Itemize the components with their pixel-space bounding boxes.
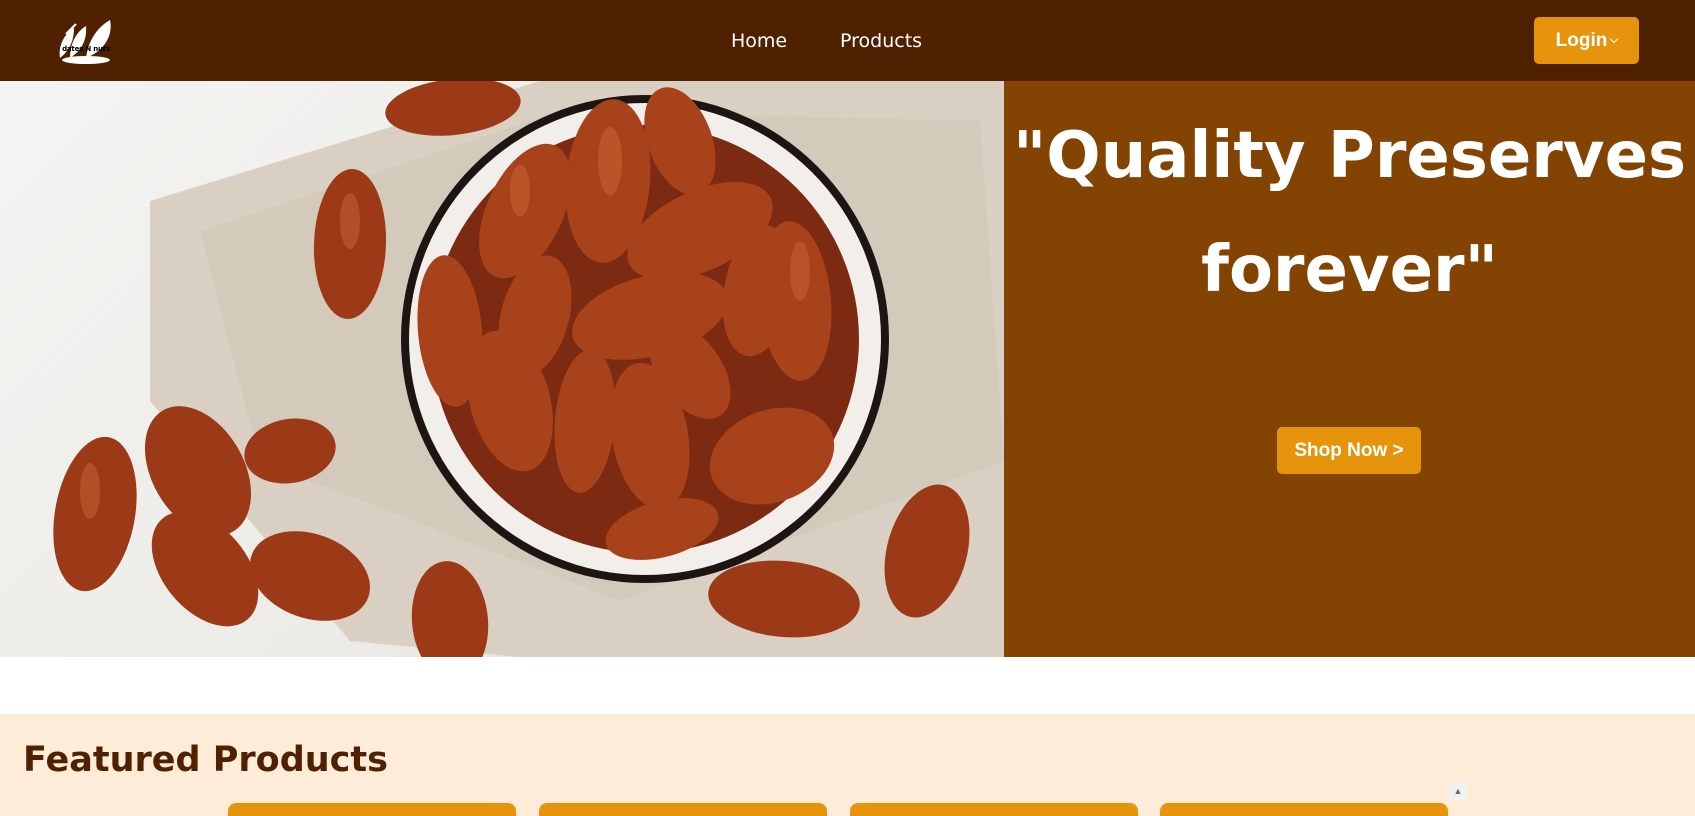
hero-panel: "Quality Preserves forever" Shop Now > xyxy=(1004,81,1695,657)
hero-dates-image xyxy=(0,81,1004,657)
scrollbar-up-arrow-icon[interactable]: ▲ xyxy=(1449,782,1467,800)
product-card[interactable] xyxy=(539,803,827,816)
logo-text: dates N nuts xyxy=(62,45,110,53)
brand-logo[interactable]: dates N nuts xyxy=(56,16,116,64)
logo-icon xyxy=(59,20,111,64)
product-card[interactable] xyxy=(228,803,516,816)
featured-products-section: Featured Products ▲ xyxy=(0,714,1695,816)
hero-quote: "Quality Preserves forever" xyxy=(1004,99,1695,327)
shop-now-button[interactable]: Shop Now > xyxy=(1277,427,1421,474)
hero-quote-line2: forever" xyxy=(1201,233,1498,307)
nav-link-home[interactable]: Home xyxy=(731,0,787,81)
nav-link-products[interactable]: Products xyxy=(840,0,922,81)
dates-bowl-illustration xyxy=(53,81,1004,657)
login-button[interactable]: Login xyxy=(1534,17,1639,64)
featured-products-title: Featured Products xyxy=(23,740,388,780)
hero-quote-line1: "Quality Preserves xyxy=(1012,119,1687,193)
top-navbar: dates N nuts Home Products Login xyxy=(0,0,1695,81)
product-card[interactable] xyxy=(850,803,1138,816)
login-button-label: Login xyxy=(1555,29,1608,51)
product-card[interactable] xyxy=(1160,803,1448,816)
chevron-down-icon xyxy=(1610,34,1619,44)
